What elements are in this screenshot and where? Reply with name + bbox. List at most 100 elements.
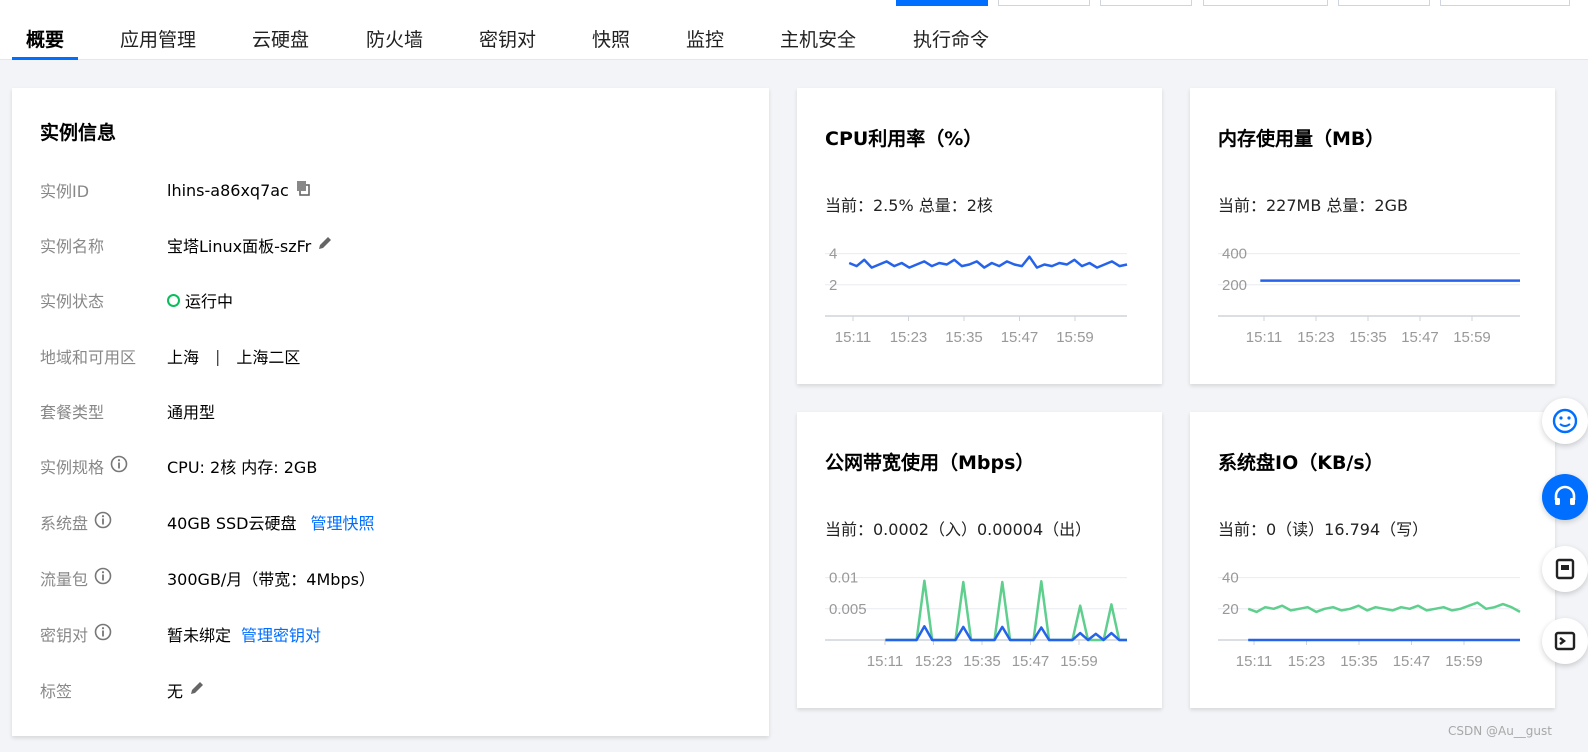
row-instance-status: 实例状态 运行中 — [40, 288, 740, 312]
instance-info-card: 实例信息 实例ID lhins-a86xq7ac 实例名称 宝塔Linux面板-… — [12, 88, 769, 736]
x-tick-label: 15:59 — [1445, 653, 1483, 670]
x-tick-label: 15:47 — [1001, 329, 1039, 346]
row-label: 套餐类型 — [40, 403, 105, 422]
row-tags: 标签 无 — [40, 678, 740, 702]
row-label: 实例规格 — [40, 458, 105, 477]
row-instance-id: 实例ID lhins-a86xq7ac — [40, 178, 740, 202]
action-button-3[interactable] — [1203, 0, 1328, 6]
zone-value: 上海二区 — [236, 348, 301, 367]
x-tick-label: 15:23 — [915, 653, 953, 670]
y-tick-label: 2 — [829, 277, 837, 294]
terminal-float-button[interactable] — [1542, 618, 1588, 664]
row-label: 实例ID — [40, 182, 90, 201]
disk-io-chart-title: 系统盘IO（KB/s） — [1218, 452, 1384, 474]
cpu-usage-chart: 4 2 15:11 15:23 15:35 15:47 15:59 — [825, 246, 1128, 346]
tab-app-management[interactable]: 应用管理 — [120, 24, 196, 60]
x-tick-label: 15:23 — [1288, 653, 1326, 670]
x-tick-label: 15:59 — [1056, 329, 1094, 346]
edit-icon[interactable] — [317, 235, 333, 255]
action-button-4[interactable] — [1338, 0, 1430, 6]
x-tick-label: 15:47 — [1393, 653, 1431, 670]
x-tick-label: 15:23 — [890, 329, 928, 346]
tab-run-command[interactable]: 执行命令 — [913, 24, 989, 60]
region-separator: | — [215, 346, 221, 366]
row-label: 地域和可用区 — [40, 348, 137, 367]
y-tick-label: 4 — [829, 246, 837, 263]
row-region-zone: 地域和可用区 上海 | 上海二区 — [40, 344, 740, 368]
feedback-float-button[interactable] — [1542, 398, 1588, 444]
tab-firewall[interactable]: 防火墙 — [366, 24, 423, 60]
tab-monitor[interactable]: 监控 — [686, 24, 724, 60]
series-line — [1247, 601, 1521, 614]
instance-spec-value: CPU: 2核 内存: 2GB — [167, 458, 318, 477]
bandwidth-current-value: 当前：0.0002（入）0.00004（出） — [825, 520, 1092, 539]
instance-status-value: 运行中 — [185, 292, 234, 311]
x-tick-label: 15:59 — [1060, 653, 1098, 670]
x-tick-label: 15:11 — [867, 653, 903, 670]
row-label: 系统盘 — [40, 514, 89, 533]
row-system-disk: 系统盘 40GB SSD云硬盘 管理快照 — [40, 510, 740, 534]
tab-snapshot[interactable]: 快照 — [592, 24, 630, 60]
row-label: 流量包 — [40, 570, 89, 589]
info-icon[interactable] — [94, 511, 112, 533]
tab-key-pair[interactable]: 密钥对 — [479, 24, 536, 60]
x-tick-label: 15:35 — [963, 653, 1001, 670]
memory-chart-title: 内存使用量（MB） — [1218, 128, 1385, 150]
terminal-icon — [1554, 631, 1576, 651]
row-label: 实例状态 — [40, 292, 105, 311]
x-tick-label: 15:47 — [1012, 653, 1050, 670]
x-tick-label: 15:11 — [1246, 329, 1282, 346]
edit-icon[interactable] — [189, 680, 205, 700]
cpu-chart-card: CPU利用率（%） 当前：2.5% 总量：2核 4 2 15:11 15:23 15:3… — [797, 88, 1162, 384]
x-tick-label: 15:35 — [1340, 653, 1378, 670]
memory-usage-chart: 400 200 15:11 15:23 15:35 15:47 15:59 — [1218, 246, 1520, 346]
copy-icon[interactable] — [295, 180, 311, 200]
x-tick-label: 15:59 — [1453, 329, 1491, 346]
tab-host-security[interactable]: 主机安全 — [780, 24, 856, 60]
plan-type-value: 通用型 — [167, 403, 216, 422]
instance-info-title: 实例信息 — [40, 122, 117, 144]
info-icon[interactable] — [110, 455, 128, 477]
tab-overview[interactable]: 概要 — [26, 24, 64, 60]
action-button-5[interactable] — [1440, 0, 1570, 6]
disk-io-current-value: 当前：0（读）16.794（写） — [1218, 520, 1429, 539]
region-value: 上海 — [167, 348, 200, 367]
disk-io-chart: 40 20 15:11 15:23 15:35 15:47 15:59 — [1218, 570, 1521, 670]
row-key-pair: 密钥对 暂未绑定 管理密钥对 — [40, 622, 740, 646]
tab-cloud-disk[interactable]: 云硬盘 — [252, 24, 309, 60]
series-line — [885, 625, 1127, 642]
x-tick-label: 15:23 — [1297, 329, 1335, 346]
memory-chart-card: 内存使用量（MB） 当前：227MB 总量：2GB 400 200 15:11 15:… — [1190, 88, 1555, 384]
document-float-button[interactable] — [1542, 546, 1588, 592]
document-icon — [1555, 558, 1575, 580]
action-button-2[interactable] — [1100, 0, 1192, 6]
disk-io-chart-card: 系统盘IO（KB/s） 当前：0（读）16.794（写） 40 20 15:11 15… — [1190, 412, 1555, 708]
x-tick-label: 15:35 — [1349, 329, 1387, 346]
y-tick-label: 40 — [1222, 570, 1239, 587]
bandwidth-chart-title: 公网带宽使用（Mbps） — [825, 452, 1035, 474]
action-button-1[interactable] — [998, 0, 1090, 6]
y-tick-label: 20 — [1222, 601, 1239, 618]
row-label: 标签 — [40, 682, 73, 701]
y-tick-label: 200 — [1222, 277, 1247, 294]
key-pair-value: 暂未绑定 — [167, 626, 232, 645]
info-icon[interactable] — [94, 623, 112, 645]
row-instance-spec: 实例规格 CPU: 2核 内存: 2GB — [40, 454, 740, 478]
watermark-text: CSDN @Au__gust — [1447, 724, 1552, 738]
x-tick-label: 15:11 — [1236, 653, 1272, 670]
x-tick-label: 15:35 — [945, 329, 983, 346]
primary-action-button[interactable] — [896, 0, 988, 6]
top-bar: 概要 应用管理 云硬盘 防火墙 密钥对 快照 监控 主机安全 执行命令 — [0, 0, 1588, 60]
series-line — [848, 255, 1128, 269]
row-label: 密钥对 — [40, 626, 89, 645]
support-float-button[interactable] — [1542, 474, 1588, 520]
active-tab-indicator — [12, 57, 78, 60]
info-icon[interactable] — [94, 567, 112, 589]
bandwidth-usage-chart: 0.01 0.005 15:11 15:23 15:35 15:47 15:59 — [825, 570, 1127, 670]
row-traffic-package: 流量包 300GB/月（带宽：4Mbps） — [40, 566, 740, 590]
smile-icon — [1552, 408, 1578, 434]
manage-snapshot-link[interactable]: 管理快照 — [310, 510, 374, 534]
manage-key-pair-link[interactable]: 管理密钥对 — [241, 622, 321, 646]
system-disk-value: 40GB SSD云硬盘 — [167, 514, 297, 533]
row-label: 实例名称 — [40, 237, 105, 256]
